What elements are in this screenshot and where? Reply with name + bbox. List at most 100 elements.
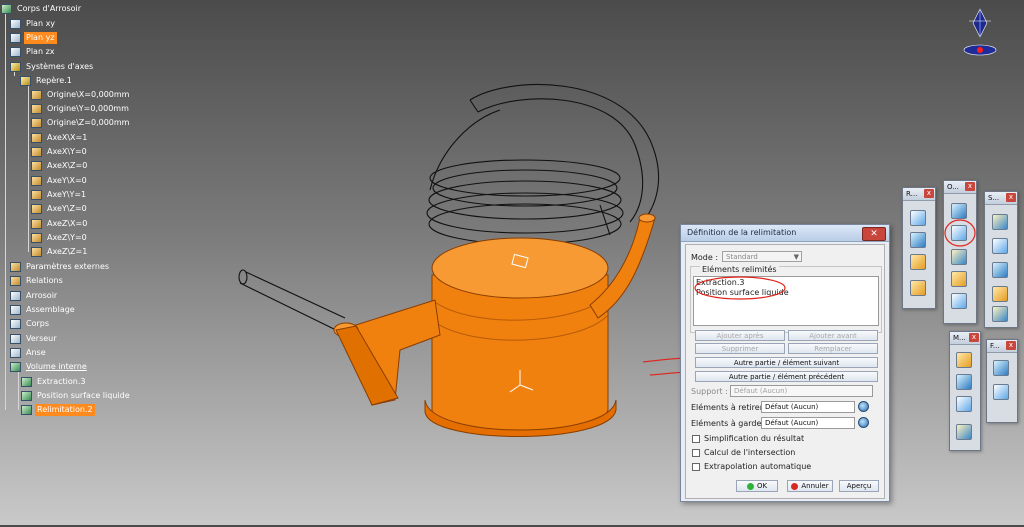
dialog-title: Définition de la relimitation — [681, 225, 889, 242]
close-icon[interactable]: x — [1006, 193, 1016, 202]
preview-button[interactable]: Aperçu — [839, 480, 879, 492]
tool-icon[interactable] — [951, 293, 967, 309]
close-icon[interactable]: x — [924, 189, 934, 198]
tree-item-param[interactable]: AxeY\Z=0 — [31, 203, 89, 215]
tool-icon[interactable] — [993, 360, 1009, 376]
cancel-button[interactable]: Annuler — [787, 480, 833, 492]
simplification-checkbox[interactable] — [692, 435, 700, 443]
tree-item-anse[interactable]: Anse — [10, 347, 48, 359]
tree-item-arrosoir[interactable]: Arrosoir — [10, 290, 59, 302]
tool-icon[interactable] — [910, 232, 926, 248]
parameter-icon — [31, 90, 42, 100]
tree-item-relimitation[interactable]: Relimitation.2 — [21, 404, 95, 416]
parameter-icon — [31, 233, 42, 243]
intersection-label: Calcul de l'intersection — [704, 448, 796, 457]
parameters-icon — [10, 262, 21, 272]
plane-icon — [10, 19, 21, 29]
edit-list-icon[interactable] — [858, 417, 869, 428]
tree-item-param[interactable]: AxeZ\Z=1 — [31, 246, 89, 258]
add-before-button[interactable]: Ajouter avant — [788, 330, 878, 341]
tree-item-param[interactable]: Origine\Y=0,000mm — [31, 103, 131, 115]
ok-button[interactable]: OK — [736, 480, 778, 492]
toolbar-label: M... — [953, 334, 966, 342]
elements-list[interactable]: Extraction.3 Position surface liquide — [693, 276, 879, 326]
tool-icon[interactable] — [992, 286, 1008, 302]
tree-item-param[interactable]: AxeX\X=1 — [31, 132, 89, 144]
tree-item-param[interactable]: AxeY\Y=1 — [31, 189, 88, 201]
tree-item-plan-zx[interactable]: Plan zx — [10, 46, 57, 58]
elements-to-remove-field[interactable]: Défaut (Aucun) — [761, 401, 855, 413]
extrapolation-checkbox[interactable] — [692, 463, 700, 471]
tool-icon[interactable] — [910, 210, 926, 226]
compass-icon[interactable] — [955, 5, 1005, 60]
tree-item-extraction[interactable]: Extraction.3 — [21, 376, 87, 388]
tree-item-repere[interactable]: Repère.1 — [20, 75, 74, 87]
toolbar-r: R... x — [902, 187, 936, 309]
handle-wireframe — [426, 83, 660, 245]
support-field[interactable]: Défaut (Aucun) — [730, 385, 873, 397]
toolbar-title: F... x — [987, 340, 1017, 353]
tree-item-param[interactable]: Origine\Z=0,000mm — [31, 117, 131, 129]
tree-item-param[interactable]: AxeZ\X=0 — [31, 218, 89, 230]
geometrical-set-icon — [10, 362, 21, 372]
compass-graphic — [963, 8, 997, 56]
replace-button[interactable]: Remplacer — [788, 343, 878, 354]
ok-icon — [746, 482, 754, 490]
tree-item-param[interactable]: AxeX\Y=0 — [31, 146, 89, 158]
edit-list-icon[interactable] — [858, 401, 869, 412]
tree-item-relations[interactable]: Relations — [10, 275, 65, 287]
toolbar-label: R... — [906, 190, 918, 198]
tool-icon[interactable] — [992, 238, 1008, 254]
tree-item-param[interactable]: AxeZ\Y=0 — [31, 232, 89, 244]
tool-icon[interactable] — [951, 271, 967, 287]
mode-select[interactable]: Standard ▼ — [722, 251, 802, 262]
tool-icon[interactable] — [992, 262, 1008, 278]
tree-item-corps[interactable]: Corps — [10, 318, 51, 330]
trim-icon — [21, 405, 32, 415]
tree-item-volume-interne[interactable]: Volume interne — [10, 361, 89, 373]
other-side-next-button[interactable]: Autre partie / élément suivant — [695, 357, 878, 368]
tree-item-plan-xy[interactable]: Plan xy — [10, 18, 57, 30]
dialog-close-button[interactable]: ✕ — [862, 227, 886, 241]
tool-icon[interactable] — [956, 424, 972, 440]
tool-icon[interactable] — [992, 214, 1008, 230]
tool-icon[interactable] — [910, 254, 926, 270]
close-icon[interactable]: x — [1006, 341, 1016, 350]
tree-item-parametres-externes[interactable]: Paramètres externes — [10, 261, 111, 273]
spout-wireframe — [238, 269, 346, 331]
close-icon[interactable]: x — [969, 333, 979, 342]
tool-icon[interactable] — [910, 280, 926, 296]
tool-icon[interactable] — [956, 352, 972, 368]
tree-item-systemes-axes[interactable]: Systèmes d'axes — [10, 61, 95, 73]
3d-viewport[interactable] — [130, 0, 691, 525]
delete-button[interactable]: Supprimer — [695, 343, 785, 354]
tree-item-param[interactable]: AxeY\X=0 — [31, 175, 89, 187]
cancel-label: Annuler — [801, 482, 829, 490]
parameter-icon — [31, 104, 42, 114]
elements-to-keep-field[interactable]: Défaut (Aucun) — [761, 417, 855, 429]
tree-item-plan-yz[interactable]: Plan yz — [10, 32, 57, 44]
tool-icon[interactable] — [993, 384, 1009, 400]
elements-to-keep-label: Eléments à garder : — [691, 419, 770, 428]
tree-item-position-surface[interactable]: Position surface liquide — [21, 390, 132, 402]
intersection-checkbox[interactable] — [692, 449, 700, 457]
other-side-previous-button[interactable]: Autre partie / élément précédent — [695, 371, 878, 382]
body-icon — [10, 348, 21, 358]
tree-root[interactable]: Corps d'Arrosoir — [1, 3, 83, 15]
tree-item-assemblage[interactable]: Assemblage — [10, 304, 77, 316]
tree-line — [28, 80, 29, 252]
tree-item-param[interactable]: AxeX\Z=0 — [31, 160, 89, 172]
annotation-circle — [694, 276, 786, 300]
watering-can-model[interactable] — [130, 0, 691, 525]
chevron-down-icon: ▼ — [793, 253, 799, 261]
tool-icon[interactable] — [956, 396, 972, 412]
close-icon[interactable]: x — [965, 182, 975, 191]
tool-icon[interactable] — [951, 249, 967, 265]
specification-tree: Corps d'Arrosoir Plan xy Plan yz Plan zx… — [0, 0, 130, 420]
tree-item-param[interactable]: Origine\X=0,000mm — [31, 89, 131, 101]
trim-definition-dialog: Définition de la relimitation ✕ Mode : S… — [680, 224, 890, 502]
tool-icon[interactable] — [992, 306, 1008, 322]
add-after-button[interactable]: Ajouter après — [695, 330, 785, 341]
tool-icon[interactable] — [956, 374, 972, 390]
tree-item-verseur[interactable]: Verseur — [10, 333, 59, 345]
